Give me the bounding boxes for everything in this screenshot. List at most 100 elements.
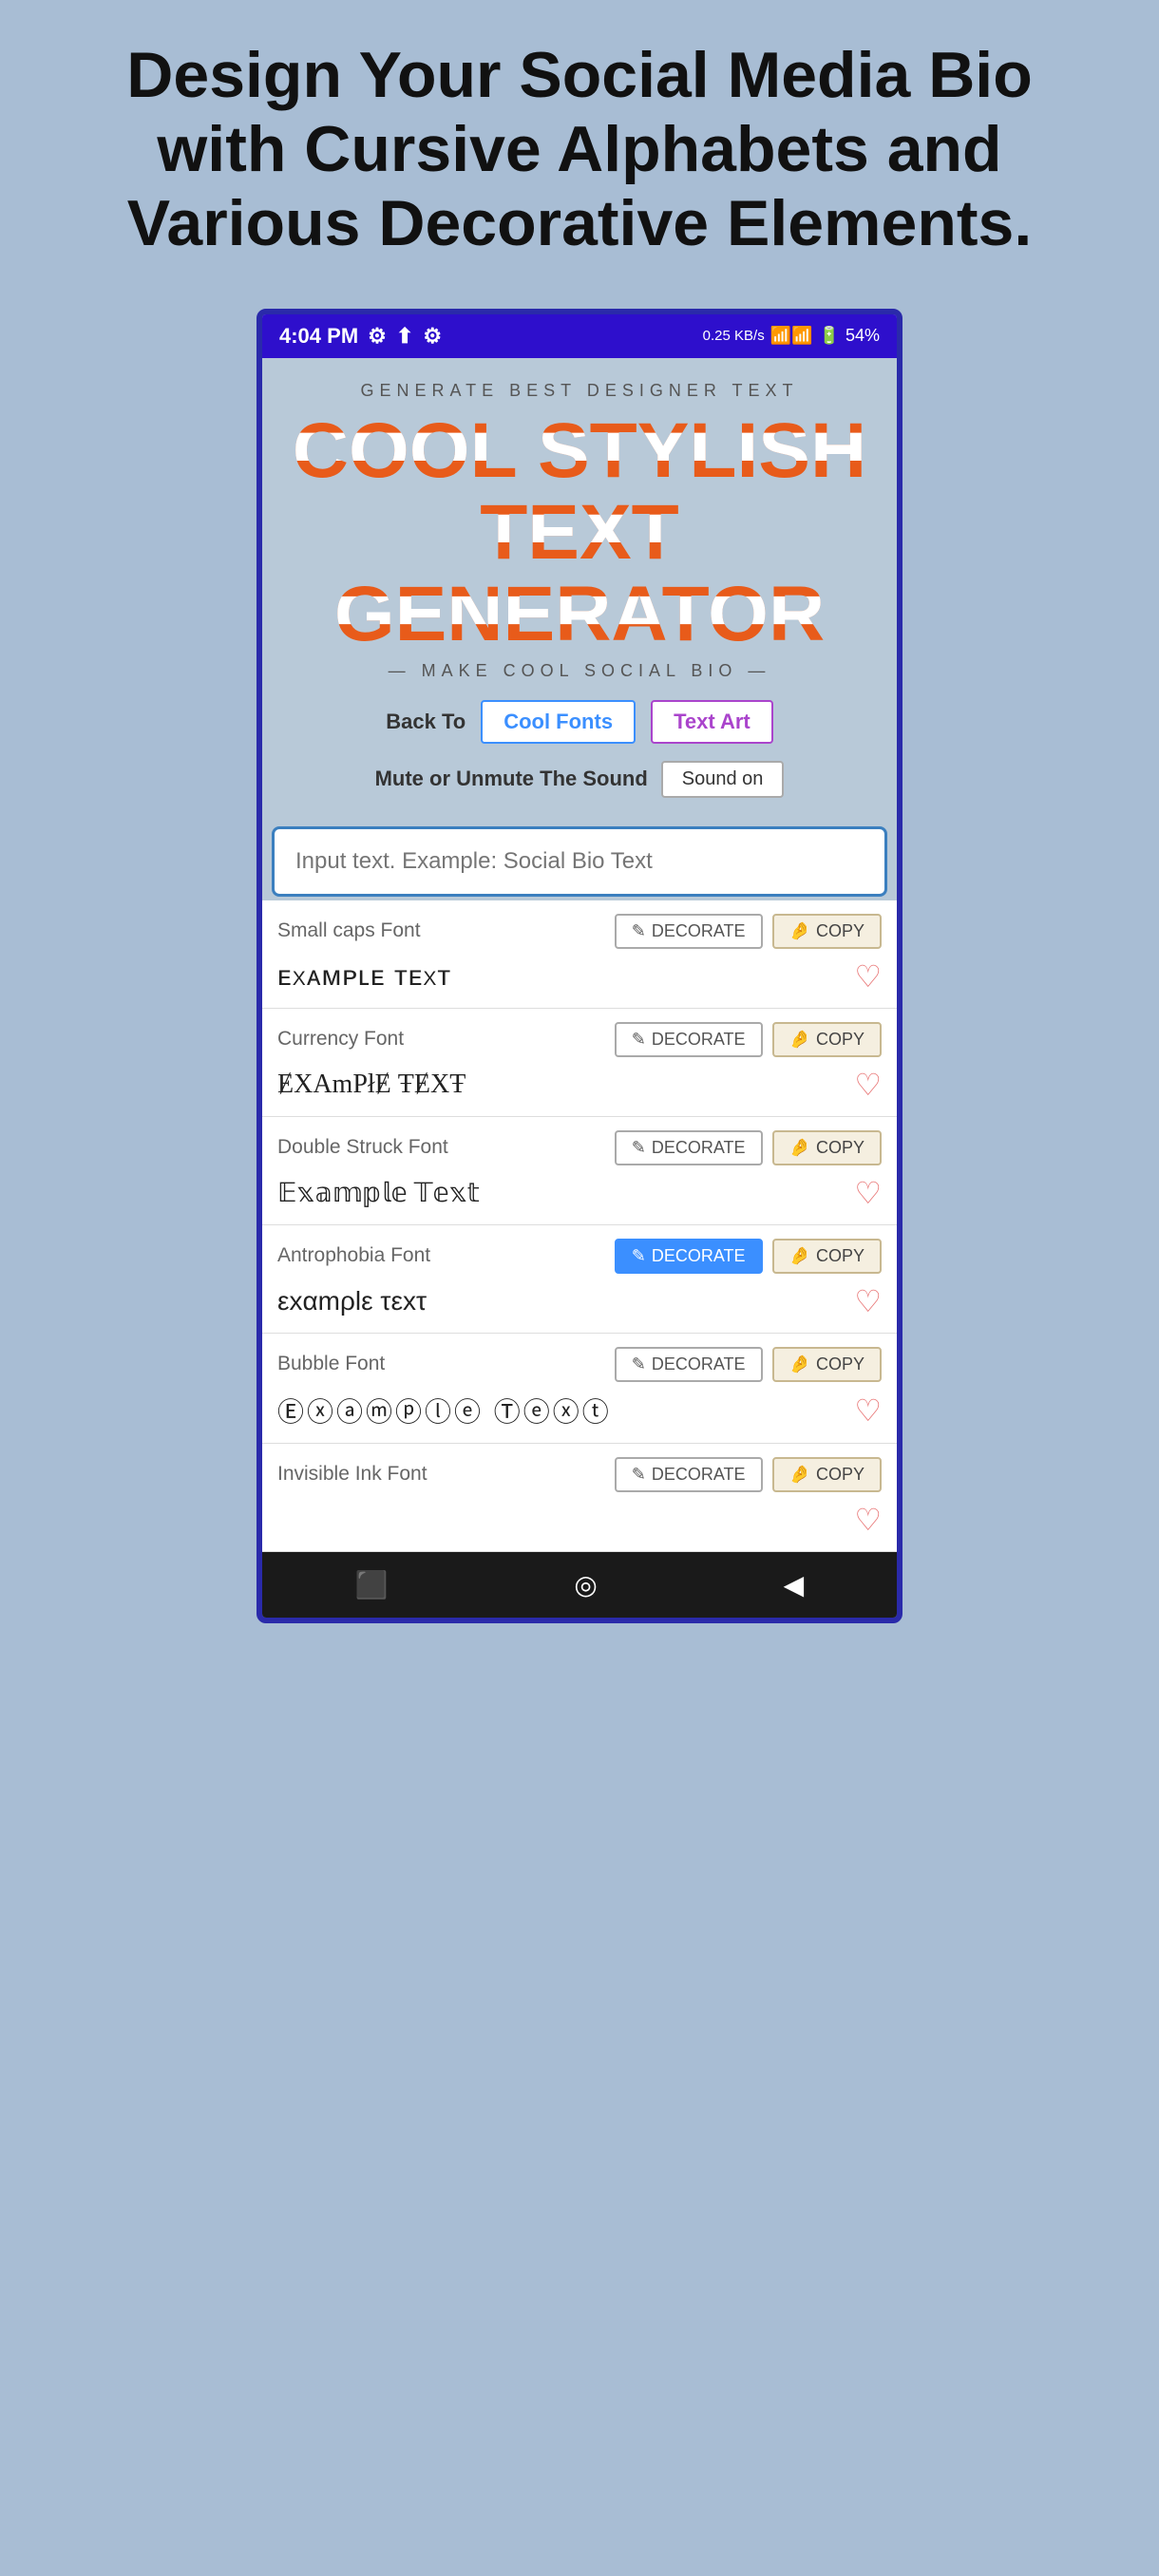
battery-percent: 54% (846, 326, 880, 346)
font-list: Small caps Font ✎ DECORATE 🤌 COPY (262, 900, 897, 1552)
back-nav-icon[interactable]: ◀ (784, 1569, 805, 1601)
font-name-invisible: Invisible Ink Font (277, 1463, 428, 1486)
gear-icon: ⚙ (423, 324, 442, 349)
font-actions-bubble: ✎ DECORATE 🤌 COPY (615, 1347, 882, 1382)
title-line-3: GENERATOR (334, 574, 825, 655)
font-item-body-invisible: ♡ (277, 1502, 882, 1538)
app-content: GENERATE BEST DESIGNER TEXT COOL STYLISH… (262, 358, 897, 1552)
font-item-header: Small caps Font ✎ DECORATE 🤌 COPY (277, 914, 882, 949)
app-header: GENERATE BEST DESIGNER TEXT COOL STYLISH… (262, 358, 897, 826)
phone-frame: 4:04 PM ⚙ ⬆ ⚙ 0.25 KB/s 📶📶 🔋 54% GENERAT… (256, 309, 902, 1623)
data-speed: 0.25 KB/s (703, 328, 765, 344)
copy-icon-double-struck: 🤌 (789, 1138, 810, 1158)
font-preview-bubble: Ⓔⓧⓐⓜⓟⓛⓔ Ⓣⓔⓧⓣ (277, 1392, 845, 1430)
font-item-body-antrophobia: εxαmρlε τεxτ ♡ (277, 1283, 882, 1319)
font-item-header-invisible: Invisible Ink Font ✎ DECORATE 🤌 COPY (277, 1457, 882, 1492)
heart-icon-bubble[interactable]: ♡ (854, 1392, 882, 1429)
copy-icon-antrophobia: 🤌 (789, 1246, 810, 1266)
font-name-bubble: Bubble Font (277, 1353, 385, 1375)
copy-button-currency[interactable]: 🤌 COPY (772, 1022, 882, 1057)
decorate-icon: ✎ (632, 921, 646, 941)
settings-icon: ⚙ (368, 324, 387, 349)
font-actions-double-struck: ✎ DECORATE 🤌 COPY (615, 1130, 882, 1165)
font-item-header-double-struck: Double Struck Font ✎ DECORATE 🤌 COPY (277, 1130, 882, 1165)
font-item-double-struck: Double Struck Font ✎ DECORATE 🤌 COPY (262, 1117, 897, 1225)
copy-label-currency: COPY (816, 1030, 864, 1050)
copy-icon-currency: 🤌 (789, 1030, 810, 1050)
back-to-row: Back To Cool Fonts Text Art (277, 700, 882, 744)
font-item-antrophobia: Antrophobia Font ✎ DECORATE 🤌 COPY (262, 1225, 897, 1334)
decorate-button-small-caps[interactable]: ✎ DECORATE (615, 914, 763, 949)
copy-icon-invisible: 🤌 (789, 1465, 810, 1485)
copy-button-antrophobia[interactable]: 🤌 COPY (772, 1239, 882, 1274)
decorate-button-currency[interactable]: ✎ DECORATE (615, 1022, 763, 1057)
font-name-antrophobia: Antrophobia Font (277, 1244, 430, 1267)
title-line-1: COOL STYLISH (293, 410, 866, 492)
copy-label: COPY (816, 921, 864, 941)
decorate-label-currency: DECORATE (652, 1030, 746, 1050)
signal-icons: 📶📶 (770, 326, 813, 346)
decorate-label-bubble: DECORATE (652, 1354, 746, 1374)
font-item-body-bubble: Ⓔⓧⓐⓜⓟⓛⓔ Ⓣⓔⓧⓣ ♡ (277, 1392, 882, 1430)
font-preview-currency: ɆXAmPłɆ ŦɆXŦ (277, 1070, 845, 1100)
bottom-nav: ⬛ ◎ ◀ (262, 1552, 897, 1618)
font-item-body: ᴇxᴀᴍᴘʟᴇ ᴛᴇxᴛ ♡ (277, 958, 882, 994)
font-preview-small-caps: ᴇxᴀᴍᴘʟᴇ ᴛᴇxᴛ (277, 960, 845, 993)
status-time: 4:04 PM (279, 324, 358, 349)
mute-row: Mute or Unmute The Sound Sound on (277, 761, 882, 798)
font-actions: ✎ DECORATE 🤌 COPY (615, 914, 882, 949)
upload-icon: ⬆ (396, 324, 413, 349)
font-preview-invisible (277, 1505, 845, 1535)
heart-icon-currency[interactable]: ♡ (854, 1067, 882, 1103)
circle-nav-icon[interactable]: ◎ (574, 1569, 597, 1601)
decorate-label-double-struck: DECORATE (652, 1138, 746, 1158)
heart-icon-double-struck[interactable]: ♡ (854, 1175, 882, 1211)
decorate-button-antrophobia[interactable]: ✎ DECORATE (615, 1239, 763, 1274)
text-art-button[interactable]: Text Art (651, 700, 773, 744)
font-preview-antrophobia: εxαmρlε τεxτ (277, 1286, 845, 1316)
copy-label-bubble: COPY (816, 1354, 864, 1374)
font-name-small-caps: Small caps Font (277, 919, 421, 942)
home-nav-icon[interactable]: ⬛ (355, 1569, 389, 1601)
font-item-header-bubble: Bubble Font ✎ DECORATE 🤌 COPY (277, 1347, 882, 1382)
font-item-small-caps: Small caps Font ✎ DECORATE 🤌 COPY (262, 900, 897, 1009)
decorate-label: DECORATE (652, 921, 746, 941)
sound-button[interactable]: Sound on (661, 761, 785, 798)
decorate-icon-bubble: ✎ (632, 1354, 646, 1374)
header-subtitle: GENERATE BEST DESIGNER TEXT (277, 381, 882, 401)
cool-fonts-button[interactable]: Cool Fonts (481, 700, 636, 744)
copy-label-antrophobia: COPY (816, 1246, 864, 1266)
decorate-button-bubble[interactable]: ✎ DECORATE (615, 1347, 763, 1382)
font-name-currency: Currency Font (277, 1028, 404, 1051)
input-wrapper (272, 826, 887, 897)
copy-label-invisible: COPY (816, 1465, 864, 1485)
decorate-icon-currency: ✎ (632, 1030, 646, 1050)
copy-label-double-struck: COPY (816, 1138, 864, 1158)
text-input[interactable] (295, 848, 864, 875)
copy-button-small-caps[interactable]: 🤌 COPY (772, 914, 882, 949)
decorate-label-invisible: DECORATE (652, 1465, 746, 1485)
font-item-header-currency: Currency Font ✎ DECORATE 🤌 COPY (277, 1022, 882, 1057)
decorate-button-invisible[interactable]: ✎ DECORATE (615, 1457, 763, 1492)
copy-button-double-struck[interactable]: 🤌 COPY (772, 1130, 882, 1165)
copy-button-bubble[interactable]: 🤌 COPY (772, 1347, 882, 1382)
font-item-body-currency: ɆXAmPłɆ ŦɆXŦ ♡ (277, 1067, 882, 1103)
battery: 🔋 (819, 326, 840, 346)
big-title-block: COOL STYLISH TEXT GENERATOR (277, 410, 882, 655)
copy-button-invisible[interactable]: 🤌 COPY (772, 1457, 882, 1492)
decorate-icon-double-struck: ✎ (632, 1138, 646, 1158)
decorate-icon-antrophobia: ✎ (632, 1246, 646, 1266)
status-right: 0.25 KB/s 📶📶 🔋 54% (703, 326, 880, 346)
font-item-body-double-struck: 𝔼𝕩𝕒𝕞𝕡𝕝𝕖 𝕋𝕖𝕩𝕥 ♡ (277, 1175, 882, 1211)
heart-icon-invisible[interactable]: ♡ (854, 1502, 882, 1538)
page-wrapper: Design Your Social Media Bio with Cursiv… (0, 0, 1159, 1680)
heart-icon-small-caps[interactable]: ♡ (854, 958, 882, 994)
font-item-invisible-ink: Invisible Ink Font ✎ DECORATE 🤌 COPY (262, 1444, 897, 1552)
decorate-button-double-struck[interactable]: ✎ DECORATE (615, 1130, 763, 1165)
font-item-bubble: Bubble Font ✎ DECORATE 🤌 COPY (262, 1334, 897, 1444)
title-line-2: TEXT (480, 492, 679, 574)
decorate-icon-invisible: ✎ (632, 1465, 646, 1485)
copy-icon-bubble: 🤌 (789, 1354, 810, 1374)
font-item-currency: Currency Font ✎ DECORATE 🤌 COPY (262, 1009, 897, 1117)
heart-icon-antrophobia[interactable]: ♡ (854, 1283, 882, 1319)
